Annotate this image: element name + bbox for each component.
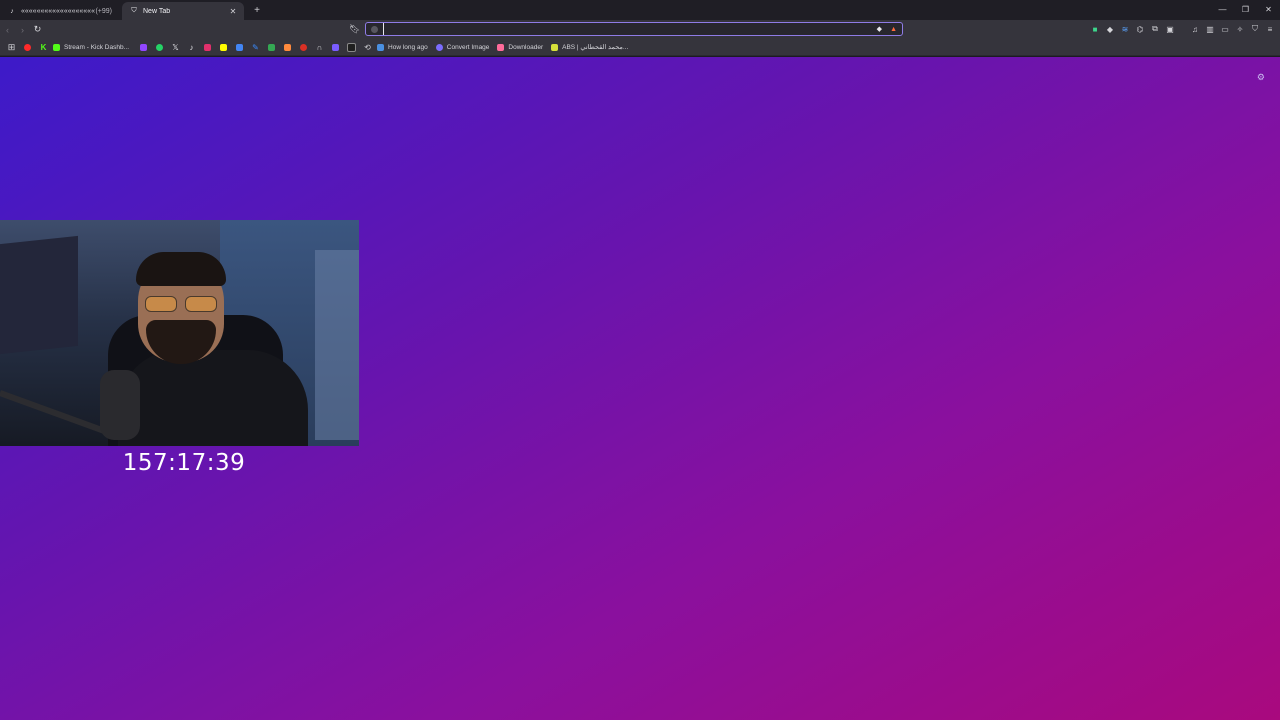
tab-new-tab[interactable]: ⛉ New Tab ✕: [122, 2, 244, 20]
extension-icon[interactable]: ■: [1089, 22, 1101, 36]
leo-icon[interactable]: ✧: [1234, 22, 1246, 36]
forward-icon[interactable]: ›: [15, 25, 30, 35]
bookmark-kick[interactable]: K: [37, 41, 50, 54]
bookmark-snapchat[interactable]: [217, 41, 230, 54]
screenshot-icon[interactable]: ▣: [1164, 22, 1176, 36]
brave-shield-icon[interactable]: ◆: [877, 25, 882, 33]
new-tab-page: ⚙ 157:17:39: [0, 57, 1280, 720]
bookmark-youtube[interactable]: [21, 41, 34, 54]
gear-icon[interactable]: ⚙: [1257, 72, 1265, 83]
bookmark-abs[interactable]: ABS | محمد القحطاني...: [551, 43, 628, 51]
bookmark-bag[interactable]: [281, 41, 294, 54]
menu-icon[interactable]: ≡: [1264, 22, 1276, 36]
bookmark-instagram[interactable]: [201, 41, 214, 54]
back-icon[interactable]: ‹: [0, 25, 15, 35]
shield-check-icon[interactable]: ⛉: [1249, 22, 1261, 36]
music-icon[interactable]: ♫: [1189, 22, 1201, 36]
bookmark-whatsapp[interactable]: [153, 41, 166, 54]
navigation-toolbar: ‹ › ↻ 🔖︎ ◆ ▲ ■ ◆ ≋ ⌬ ⧉ ▣ ♫ ▥ ▭ ✧ ⛉ ≡: [0, 20, 1280, 39]
google-icon: [371, 25, 378, 33]
glasses: [143, 296, 221, 312]
window-controls: — ❐ ✕: [1211, 0, 1280, 20]
rewards-icon[interactable]: ▲: [890, 26, 897, 33]
bookmark-how-long-ago[interactable]: How long ago: [377, 43, 428, 51]
tab-tiktok[interactable]: ♪ ««««««««««««««««««««««««««««««« (+99): [0, 2, 122, 20]
bookmark-c[interactable]: [345, 41, 358, 54]
bookmark-pen[interactable]: ✎: [249, 41, 262, 54]
webcam-overlay: [0, 220, 359, 446]
bookmark-circle[interactable]: [297, 41, 310, 54]
tab-title: New Tab: [143, 7, 171, 15]
bookmarks-bar: ⊞ K Stream - Kick Dashb... 𝕏 ♪ ✎ ∩ ⟲ How…: [0, 39, 1280, 56]
tab-title: «««««««««««««««««««««««««««««««: [21, 7, 95, 15]
stream-timer: 157:17:39: [122, 450, 246, 476]
bookmark-label: Convert Image: [446, 43, 490, 51]
bookmark-convert-image[interactable]: Convert Image: [435, 43, 490, 51]
bookmark-translate[interactable]: [233, 41, 246, 54]
bookmark-chart[interactable]: [265, 41, 278, 54]
url-input[interactable]: [383, 23, 877, 35]
bookmark-headphones[interactable]: ∩: [313, 41, 326, 54]
bookmark-twitch[interactable]: [137, 41, 150, 54]
puzzle-icon[interactable]: ⧉: [1149, 22, 1161, 36]
wave-icon[interactable]: ≋: [1119, 22, 1131, 36]
diamond-icon[interactable]: ◆: [1104, 22, 1116, 36]
bookmark-label: Stream - Kick Dashb...: [64, 43, 130, 51]
bookmark-label: Downloader: [508, 43, 544, 51]
minimize-icon[interactable]: —: [1211, 0, 1234, 20]
restore-icon[interactable]: ❐: [1234, 0, 1257, 20]
tab-strip: ♪ ««««««««««««««««««««««««««««««« (+99) …: [0, 0, 1280, 20]
vpn-icon[interactable]: ⌬: [1134, 22, 1146, 36]
address-bar[interactable]: ◆ ▲: [365, 22, 903, 36]
wallet-icon[interactable]: ▭: [1219, 22, 1231, 36]
bookmark-label: How long ago: [388, 43, 428, 51]
bookmark-downloader[interactable]: Downloader: [497, 43, 544, 51]
mic-arm: [0, 390, 105, 434]
shield-icon: ⛉: [131, 7, 137, 14]
tab-count: (+99): [95, 7, 112, 15]
close-tab-icon[interactable]: ✕: [228, 7, 238, 16]
bookmark-s[interactable]: [329, 41, 342, 54]
toolbar-extensions: ■ ◆ ≋ ⌬ ⧉ ▣ ♫ ▥ ▭ ✧ ⛉ ≡: [1089, 22, 1276, 36]
microphone: [100, 370, 140, 440]
new-tab-button[interactable]: +: [248, 5, 266, 16]
sidebar-icon[interactable]: ▥: [1204, 22, 1216, 36]
bookmark-link[interactable]: ⟲: [361, 41, 374, 54]
tiktok-icon: ♪: [10, 7, 14, 15]
reload-icon[interactable]: ↻: [30, 24, 45, 35]
apps-icon[interactable]: ⊞: [5, 41, 18, 54]
bookmark-label: ABS | محمد القحطاني...: [562, 44, 629, 51]
bookmark-x[interactable]: 𝕏: [169, 41, 182, 54]
close-window-icon[interactable]: ✕: [1257, 0, 1280, 20]
bookmark-kick-dashboard[interactable]: Stream - Kick Dashb...: [53, 43, 130, 51]
bookmark-tiktok[interactable]: ♪: [185, 41, 198, 54]
bookmark-icon[interactable]: 🔖︎: [349, 24, 360, 35]
